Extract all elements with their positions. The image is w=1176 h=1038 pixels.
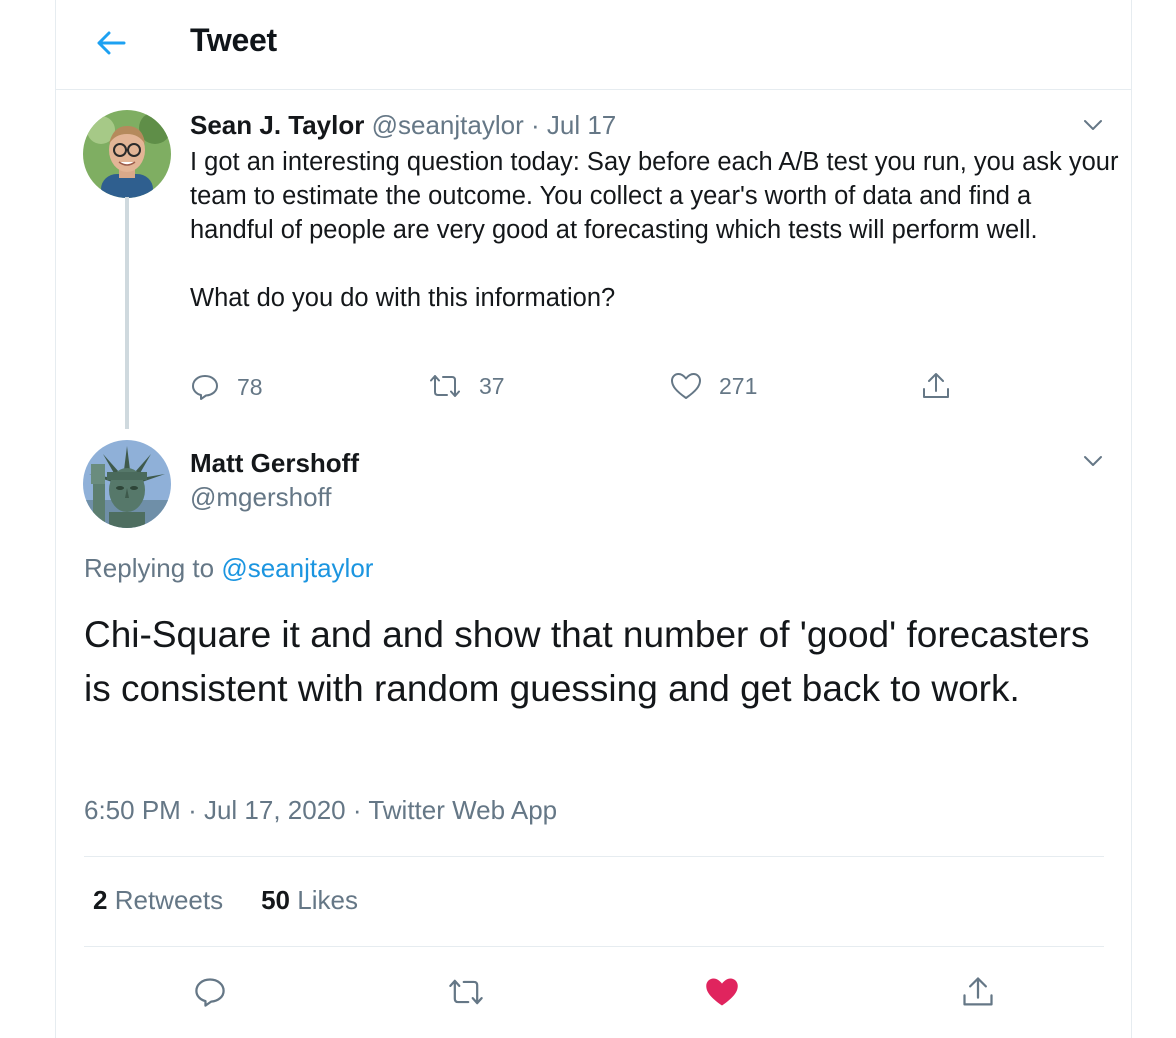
tweet-source[interactable]: Twitter Web App <box>368 795 557 825</box>
parent-like-count: 271 <box>719 372 758 399</box>
page-header: Tweet <box>56 0 1131 90</box>
retweet-button[interactable] <box>444 970 488 1014</box>
tweet-date[interactable]: Jul 17, 2020 <box>204 795 346 825</box>
heart-outline-icon <box>671 373 701 399</box>
thread-connector-line <box>125 197 129 429</box>
likes-label: Likes <box>297 885 358 915</box>
tweet-time[interactable]: 6:50 PM <box>84 795 181 825</box>
tweet-page: Tweet Sean J. Taylor @seanjtaylor · Jul … <box>55 0 1132 1038</box>
replying-to-label: Replying to <box>84 553 215 583</box>
retweets-label: Retweets <box>114 885 224 915</box>
tweet-metadata: 6:50 PM · Jul 17, 2020 · Twitter Web App <box>84 795 557 826</box>
heart-filled-icon <box>706 978 738 1006</box>
engagement-stats: 2 Retweets 50 Likes <box>93 885 358 916</box>
likes-stat[interactable]: 50 Likes <box>261 885 358 916</box>
retweets-stat[interactable]: 2 Retweets <box>93 885 223 916</box>
parent-retweet-button[interactable]: 37 <box>428 372 505 400</box>
meta-separator: · <box>352 795 362 825</box>
parent-reply-button[interactable]: 78 <box>190 372 263 402</box>
page-title: Tweet <box>190 22 277 58</box>
parent-tweet-header: Sean J. Taylor @seanjtaylor · Jul 17 <box>190 110 616 141</box>
main-author-handle[interactable]: @mgershoff <box>190 482 332 513</box>
likes-count: 50 <box>261 885 291 915</box>
reply-icon <box>192 375 218 400</box>
reply-icon <box>195 978 225 1007</box>
parent-tweet-date[interactable]: Jul 17 <box>547 110 616 140</box>
retweet-icon <box>430 375 460 397</box>
retweet-icon <box>449 979 483 1005</box>
parent-author-name[interactable]: Sean J. Taylor <box>190 110 364 140</box>
parent-share-button[interactable] <box>920 370 952 402</box>
chevron-down-icon <box>1084 456 1102 466</box>
like-button[interactable] <box>700 970 744 1014</box>
parent-retweet-count: 37 <box>479 372 505 399</box>
avatar-matt[interactable] <box>83 440 171 528</box>
parent-reply-count: 78 <box>237 373 263 400</box>
main-author-name[interactable]: Matt Gershoff <box>190 448 359 479</box>
retweets-count: 2 <box>93 885 108 915</box>
main-tweet-text: Chi-Square it and and show that number o… <box>84 614 1090 709</box>
share-icon <box>923 373 949 398</box>
arrow-left-icon <box>97 31 126 55</box>
back-button[interactable] <box>86 18 136 68</box>
share-icon <box>963 977 993 1006</box>
reply-button[interactable] <box>188 970 232 1014</box>
divider <box>84 946 1104 947</box>
avatar-sean[interactable] <box>83 110 171 198</box>
chevron-down-icon <box>1084 120 1102 130</box>
parent-tweet-more-button[interactable] <box>1078 110 1108 140</box>
replying-to-handle-link[interactable]: @seanjtaylor <box>221 553 373 583</box>
parent-like-button[interactable]: 271 <box>670 372 757 400</box>
meta-separator: · <box>188 795 197 825</box>
replying-to: Replying to @seanjtaylor <box>84 553 373 584</box>
main-tweet-more-button[interactable] <box>1078 446 1108 476</box>
parent-author-handle[interactable]: @seanjtaylor <box>372 110 524 140</box>
parent-date-separator: · <box>530 110 540 140</box>
divider <box>84 856 1104 857</box>
parent-tweet-text: I got an interesting question today: Say… <box>190 148 1119 312</box>
share-button[interactable] <box>956 970 1000 1014</box>
